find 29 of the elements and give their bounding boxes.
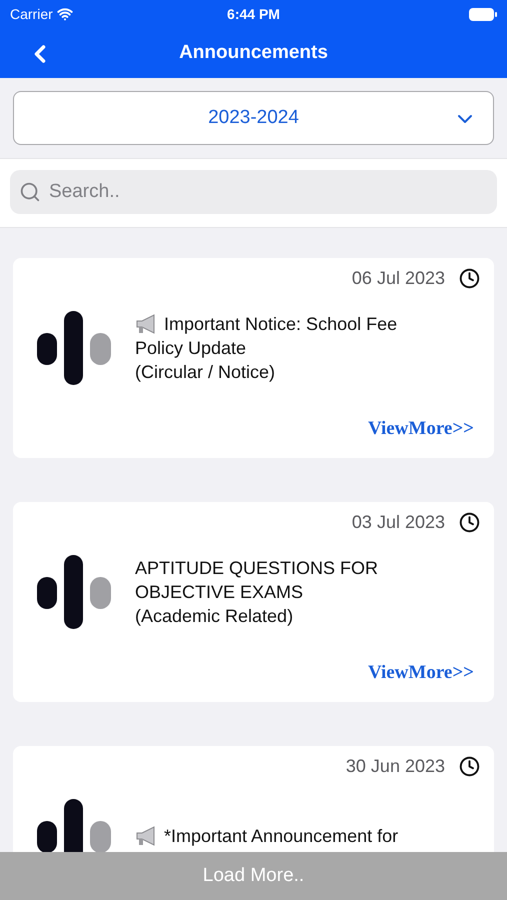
search-field[interactable]: Search.. <box>10 170 497 214</box>
announcement-card[interactable]: 06 Jul 2023 Important Notice: School Fee Policy Update (Circular / Notice) ViewMore>> <box>13 258 494 458</box>
announcement-date: 06 Jul 2023 <box>352 268 445 289</box>
clock-icon <box>459 512 480 533</box>
logo-icon <box>37 555 111 629</box>
wifi-icon <box>56 6 73 22</box>
clock-icon <box>459 268 480 289</box>
view-more-link[interactable]: ViewMore>> <box>368 418 474 440</box>
announcement-text: APTITUDE QUESTIONS FOR <box>135 557 378 580</box>
announcement-text: (Circular / Notice) <box>135 361 276 384</box>
announcement-card[interactable]: 03 Jul 2023 APTITUDE QUESTIONS FOR OBJECTIVE EXAMS (Academic Related) ViewMore>> <box>13 502 494 702</box>
announcement-text: (Academic Related) <box>135 605 294 628</box>
battery-icon <box>469 8 498 20</box>
year-dropdown[interactable]: 2023-2024 <box>13 91 494 145</box>
announcement-text: *Important Announcement for <box>164 825 398 848</box>
logo-icon <box>37 311 111 385</box>
search-icon <box>19 181 41 203</box>
announcement-text: OBJECTIVE EXAMS <box>135 581 304 604</box>
status-time: 6:44 PM <box>227 6 280 22</box>
logo-icon <box>37 799 111 852</box>
clock-icon <box>459 756 480 777</box>
announcement-date: 30 Jun 2023 <box>346 756 445 777</box>
view-more-link[interactable]: ViewMore>> <box>368 662 474 684</box>
announcement-card[interactable]: 30 Jun 2023 *Important Announcement for <box>13 746 494 852</box>
announcement-text: Important Notice: School Fee <box>164 313 398 336</box>
announcement-text: Policy Update <box>135 337 246 360</box>
screen-title: Announcements <box>179 42 328 64</box>
carrier-label: Carrier <box>10 6 53 22</box>
announcement-date: 03 Jul 2023 <box>352 512 445 533</box>
